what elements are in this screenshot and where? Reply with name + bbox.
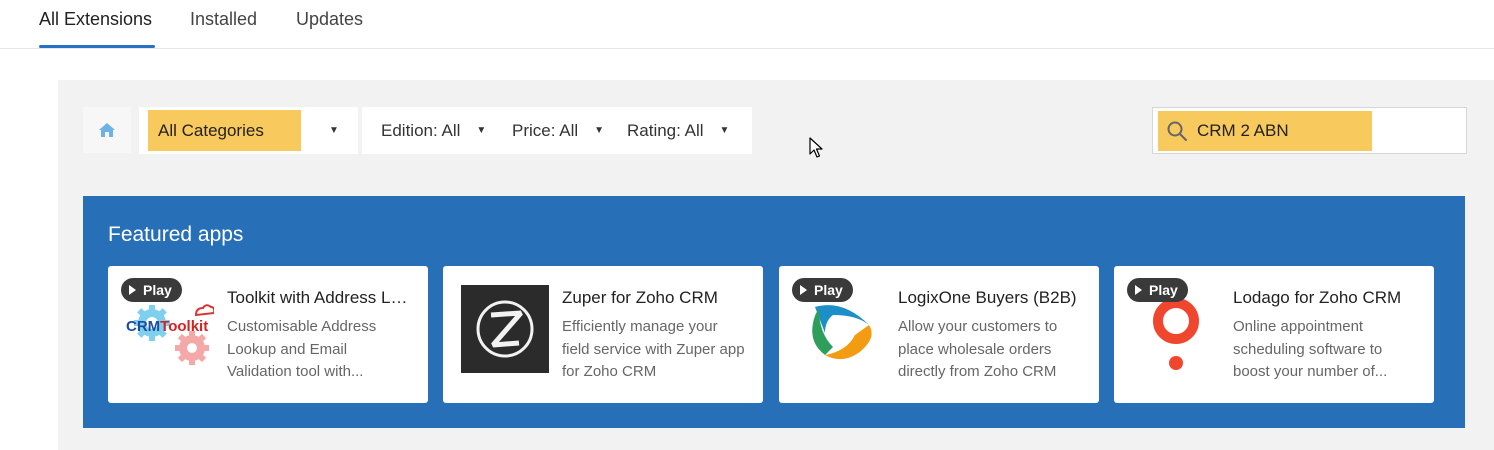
app-description: Online appointment scheduling software t… <box>1233 318 1388 380</box>
rating-label: Rating: All <box>627 120 704 140</box>
play-icon <box>129 285 136 295</box>
app-card-zuper[interactable]: Zuper for Zoho CRM Efficiently manage yo… <box>443 266 763 403</box>
play-icon <box>1135 285 1142 295</box>
tab-installed[interactable]: Installed <box>190 0 257 47</box>
app-card-lodago[interactable]: Play Lodago for Zoho CRM Online appointm… <box>1114 266 1434 403</box>
tab-all-extensions[interactable]: All Extensions <box>39 0 155 48</box>
featured-apps-section: Featured apps Play CRMToolkit Toolkit wi… <box>83 196 1465 428</box>
play-button[interactable]: Play <box>792 278 853 302</box>
play-label: Play <box>1149 282 1178 298</box>
svg-text:CRMToolkit: CRMToolkit <box>126 318 208 335</box>
tab-updates[interactable]: Updates <box>296 0 363 47</box>
edition-caret-icon: ▼ <box>476 125 487 136</box>
play-button[interactable]: Play <box>1127 278 1188 302</box>
app-description: Customisable Address Lookup and Email Va… <box>227 318 377 380</box>
price-caret-icon: ▼ <box>594 125 605 136</box>
rating-caret-icon: ▼ <box>719 125 730 136</box>
price-dropdown[interactable]: Price: All ▼ <box>512 107 604 154</box>
home-icon <box>99 123 115 137</box>
zuper-logo <box>461 285 549 373</box>
search-input[interactable] <box>1197 108 1367 154</box>
category-filter-group: All Categories ▼ <box>139 107 358 154</box>
app-card-toolkit[interactable]: Play CRMToolkit Toolkit with Address Loo… <box>108 266 428 403</box>
app-title: Zuper for Zoho CRM <box>562 288 718 307</box>
play-label: Play <box>814 282 843 298</box>
edition-label: Edition: All <box>381 120 461 140</box>
app-title: Lodago for Zoho CRM <box>1233 288 1402 307</box>
filter-dropdowns: Edition: All ▼ Price: All ▼ Rating: All … <box>362 107 752 154</box>
home-button[interactable] <box>83 107 131 153</box>
play-button[interactable]: Play <box>121 278 182 302</box>
search-icon <box>1167 121 1187 141</box>
mouse-cursor-icon <box>809 137 823 158</box>
rating-dropdown[interactable]: Rating: All ▼ <box>627 107 729 154</box>
search-box[interactable] <box>1152 107 1467 154</box>
featured-title: Featured apps <box>108 223 244 246</box>
app-description: Efficiently manage your field service wi… <box>562 318 745 380</box>
app-card-logixone[interactable]: Play LogixOne Buyers (B2B) Allow your cu… <box>779 266 1099 403</box>
app-title: Toolkit with Address Lookup and Email Va… <box>227 288 413 307</box>
price-label: Price: All <box>512 120 579 140</box>
play-icon <box>800 285 807 295</box>
category-caret-icon[interactable]: ▼ <box>329 107 339 154</box>
play-label: Play <box>143 282 172 298</box>
category-dropdown[interactable]: All Categories <box>158 107 264 154</box>
extensions-tabs: All Extensions Installed Updates <box>0 0 1494 49</box>
app-title: LogixOne Buyers (B2B) <box>898 288 1077 307</box>
app-description: Allow your customers to place wholesale … <box>898 318 1058 380</box>
edition-dropdown[interactable]: Edition: All ▼ <box>381 107 486 154</box>
